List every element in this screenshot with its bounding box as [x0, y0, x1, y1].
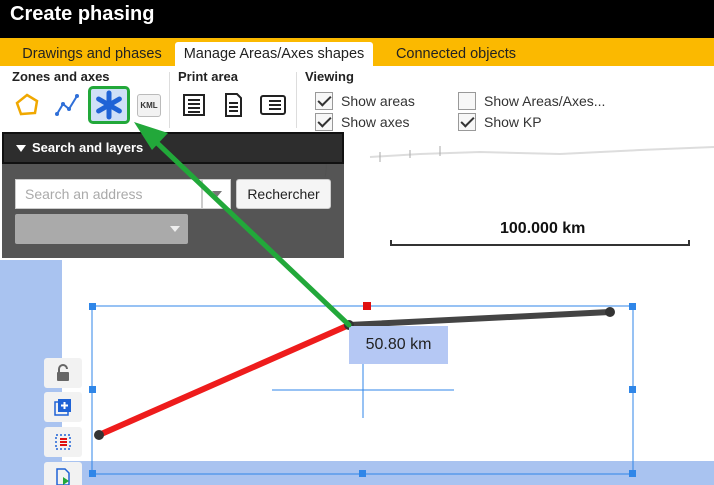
chevron-down-icon	[211, 191, 222, 197]
export-document-button[interactable]	[44, 462, 82, 485]
print-document-icon	[225, 93, 242, 117]
lock-button[interactable]	[44, 358, 82, 388]
address-search-input[interactable]	[15, 179, 202, 209]
search-layers-panel: Search and layers Rechercher	[2, 132, 344, 258]
search-layers-header[interactable]: Search and layers	[2, 132, 344, 164]
polygon-icon	[15, 93, 39, 116]
show-axes-label: Show axes	[341, 114, 410, 130]
import-kml-button[interactable]: KML	[134, 90, 164, 120]
resize-handle	[89, 470, 96, 477]
resize-handle	[89, 303, 96, 310]
show-areas-axes-checkbox[interactable]	[458, 92, 476, 110]
resize-handle	[359, 470, 366, 477]
collapse-triangle-icon	[16, 145, 26, 152]
print-area-document-button[interactable]	[218, 90, 248, 120]
grid-select-icon	[55, 434, 71, 450]
grid-select-button[interactable]	[44, 427, 82, 457]
resize-handle	[89, 386, 96, 393]
show-kp-option[interactable]: Show KP	[458, 113, 542, 131]
show-kp-checkbox[interactable]	[458, 113, 476, 131]
divider	[296, 72, 297, 128]
print-list-icon	[183, 94, 205, 116]
kml-icon: KML	[137, 93, 161, 117]
show-areas-option[interactable]: Show areas	[315, 92, 415, 110]
asterisk-icon	[96, 90, 122, 120]
resize-handle	[629, 386, 636, 393]
ribbon: Zones and axes KML Print area Viewing Sh…	[0, 66, 714, 132]
print-area-label: Print area	[178, 69, 238, 84]
tab-manage-areas-axes[interactable]: Manage Areas/Axes shapes	[175, 42, 373, 66]
panel-title: Search and layers	[32, 140, 144, 155]
show-areas-axes-option[interactable]: Show Areas/Axes...	[458, 92, 605, 110]
axis-vertex	[605, 307, 615, 317]
add-layer-button[interactable]	[44, 392, 82, 422]
polyline-icon	[55, 94, 79, 116]
document-export-icon	[56, 468, 70, 485]
axis-segment-red	[96, 322, 352, 438]
add-layer-icon	[54, 399, 71, 416]
address-search-dropdown[interactable]	[202, 179, 231, 209]
show-areas-checkbox[interactable]	[315, 92, 333, 110]
zones-axes-label: Zones and axes	[12, 69, 110, 84]
show-kp-label: Show KP	[484, 114, 542, 130]
print-landscape-icon	[260, 95, 286, 115]
print-area-landscape-button[interactable]	[258, 90, 288, 120]
window-title: Create phasing	[10, 3, 155, 25]
chevron-down-icon	[170, 226, 180, 232]
tab-connected-objects[interactable]: Connected objects	[383, 42, 529, 66]
print-area-list-button[interactable]	[179, 90, 209, 120]
draw-point-button[interactable]	[88, 86, 130, 124]
layer-select[interactable]	[15, 214, 188, 244]
search-button[interactable]: Rechercher	[236, 179, 331, 209]
draw-polyline-button[interactable]	[52, 90, 82, 120]
show-axes-option[interactable]: Show axes	[315, 113, 409, 131]
title-bar: Create phasing	[0, 0, 714, 38]
resize-handle	[629, 303, 636, 310]
tab-drawings-and-phases[interactable]: Drawings and phases	[14, 42, 170, 66]
show-areas-axes-label: Show Areas/Axes...	[484, 93, 606, 109]
draw-polygon-button[interactable]	[12, 90, 42, 120]
distance-label: 50.80 km	[349, 326, 448, 364]
show-areas-label: Show areas	[341, 93, 415, 109]
resize-handle	[629, 470, 636, 477]
axis-vertex	[94, 430, 104, 440]
viewing-label: Viewing	[305, 69, 354, 84]
show-axes-checkbox[interactable]	[315, 113, 333, 131]
axis-segment-dark	[346, 309, 613, 328]
divider	[169, 72, 170, 128]
tab-bar: Drawings and phases Manage Areas/Axes sh…	[0, 38, 714, 66]
lock-icon	[57, 364, 69, 381]
rotate-handle	[363, 302, 371, 310]
